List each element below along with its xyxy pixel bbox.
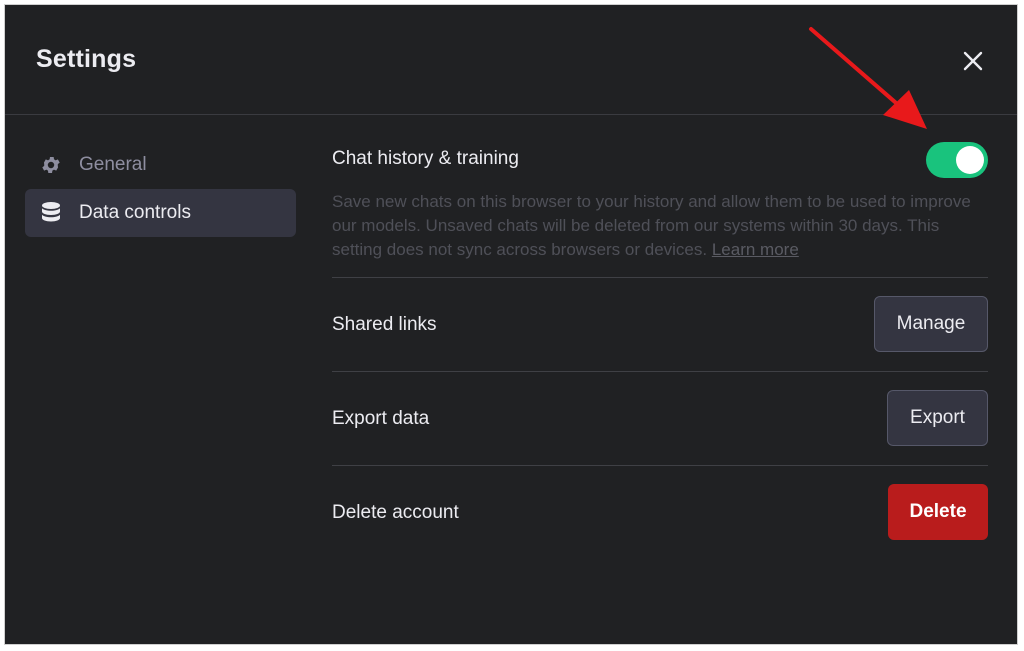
description-text: Save new chats on this browser to your h… xyxy=(332,192,971,259)
sidebar-item-data-controls[interactable]: Data controls xyxy=(25,189,296,237)
export-data-label: Export data xyxy=(332,408,430,429)
close-icon xyxy=(963,51,983,71)
close-button[interactable] xyxy=(959,47,987,75)
data-controls-panel: Chat history & training Save new chats o… xyxy=(332,115,988,560)
export-data-row: Export data Export xyxy=(332,372,988,466)
toggle-knob xyxy=(956,146,984,174)
shared-links-row: Shared links Manage xyxy=(332,278,988,372)
chat-history-toggle[interactable] xyxy=(926,142,988,178)
sidebar-item-label: General xyxy=(79,154,147,175)
chat-history-description: Save new chats on this browser to your h… xyxy=(332,190,972,262)
sidebar-item-general[interactable]: General xyxy=(25,141,296,189)
delete-account-label: Delete account xyxy=(332,502,459,523)
chat-history-label: Chat history & training xyxy=(332,148,519,169)
shared-links-label: Shared links xyxy=(332,314,437,335)
settings-sidebar: General Data controls xyxy=(25,141,296,237)
manage-button[interactable]: Manage xyxy=(874,296,988,352)
learn-more-link[interactable]: Learn more xyxy=(712,240,799,259)
dialog-header: Settings xyxy=(5,5,1017,115)
database-icon xyxy=(39,201,63,225)
export-button[interactable]: Export xyxy=(887,390,988,446)
gear-icon xyxy=(39,153,63,177)
dialog-title: Settings xyxy=(36,45,137,73)
delete-button[interactable]: Delete xyxy=(888,484,988,540)
sidebar-item-label: Data controls xyxy=(79,202,191,223)
chat-history-section: Chat history & training Save new chats o… xyxy=(332,115,988,278)
delete-account-row: Delete account Delete xyxy=(332,466,988,560)
settings-dialog: Settings General Data controls Chat hist… xyxy=(4,4,1018,645)
